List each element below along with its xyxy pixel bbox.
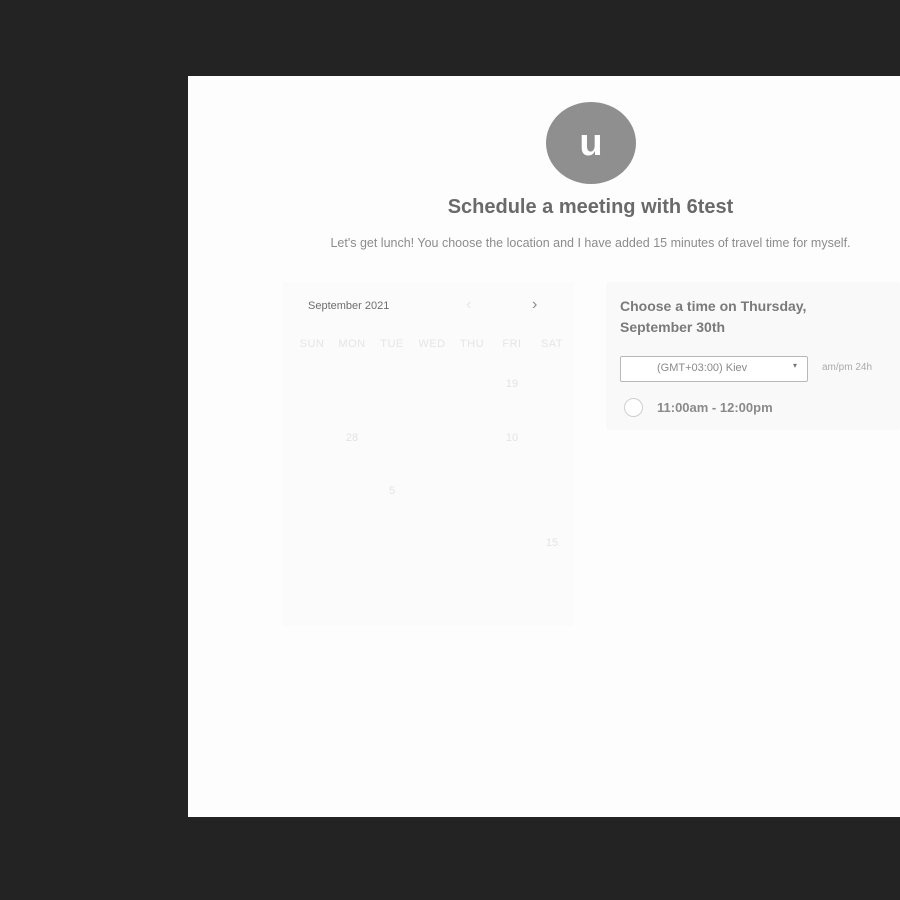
calendar: September 2021 ‹ › SUN MON TUE WED THU F… [282, 282, 574, 626]
time-picker-heading: Choose a time on Thursday, September 30t… [620, 298, 807, 335]
page-title: Schedule a meeting with 6test [447, 196, 734, 218]
calendar-day[interactable]: 10 [492, 432, 532, 444]
calendar-day[interactable]: 15 [532, 537, 572, 549]
host-avatar: u [546, 102, 636, 184]
radio-button[interactable] [624, 398, 643, 417]
weekday-fri: FRI [502, 338, 522, 350]
time-format-toggle[interactable]: am/pm 24h [822, 362, 872, 373]
calendar-day[interactable]: 28 [332, 432, 372, 444]
calendar-day[interactable]: 19 [492, 378, 532, 390]
calendar-month-label: September 2021 [308, 300, 390, 312]
timezone-select[interactable]: (GMT+03:00) Kiev ▾ [620, 356, 808, 382]
weekday-mon: MON [338, 338, 366, 350]
time-slot[interactable]: 11:00am - 12:00pm [624, 398, 773, 417]
time-picker: Choose a time on Thursday, September 30t… [606, 282, 900, 430]
weekday-tue: TUE [380, 338, 404, 350]
event-description: Let's get lunch! You choose the location… [330, 236, 851, 250]
weekday-sat: SAT [540, 338, 564, 350]
weekday-thu: THU [459, 338, 485, 350]
chevron-right-icon[interactable]: › [532, 296, 537, 314]
weekday-header: SUN MON TUE WED THU FRI SAT [292, 338, 572, 350]
caret-down-icon: ▾ [792, 361, 797, 370]
time-slot-label: 11:00am - 12:00pm [657, 400, 773, 415]
timezone-value: (GMT+03:00) Kiev [657, 362, 748, 374]
calendar-day[interactable]: 5 [372, 485, 412, 497]
chevron-left-icon[interactable]: ‹ [466, 296, 471, 314]
weekday-sun: SUN [299, 338, 325, 350]
weekday-wed: WED [418, 338, 446, 350]
avatar-initial: u [579, 121, 603, 164]
scheduling-panel: u Schedule a meeting with 6test Let's ge… [188, 76, 900, 817]
